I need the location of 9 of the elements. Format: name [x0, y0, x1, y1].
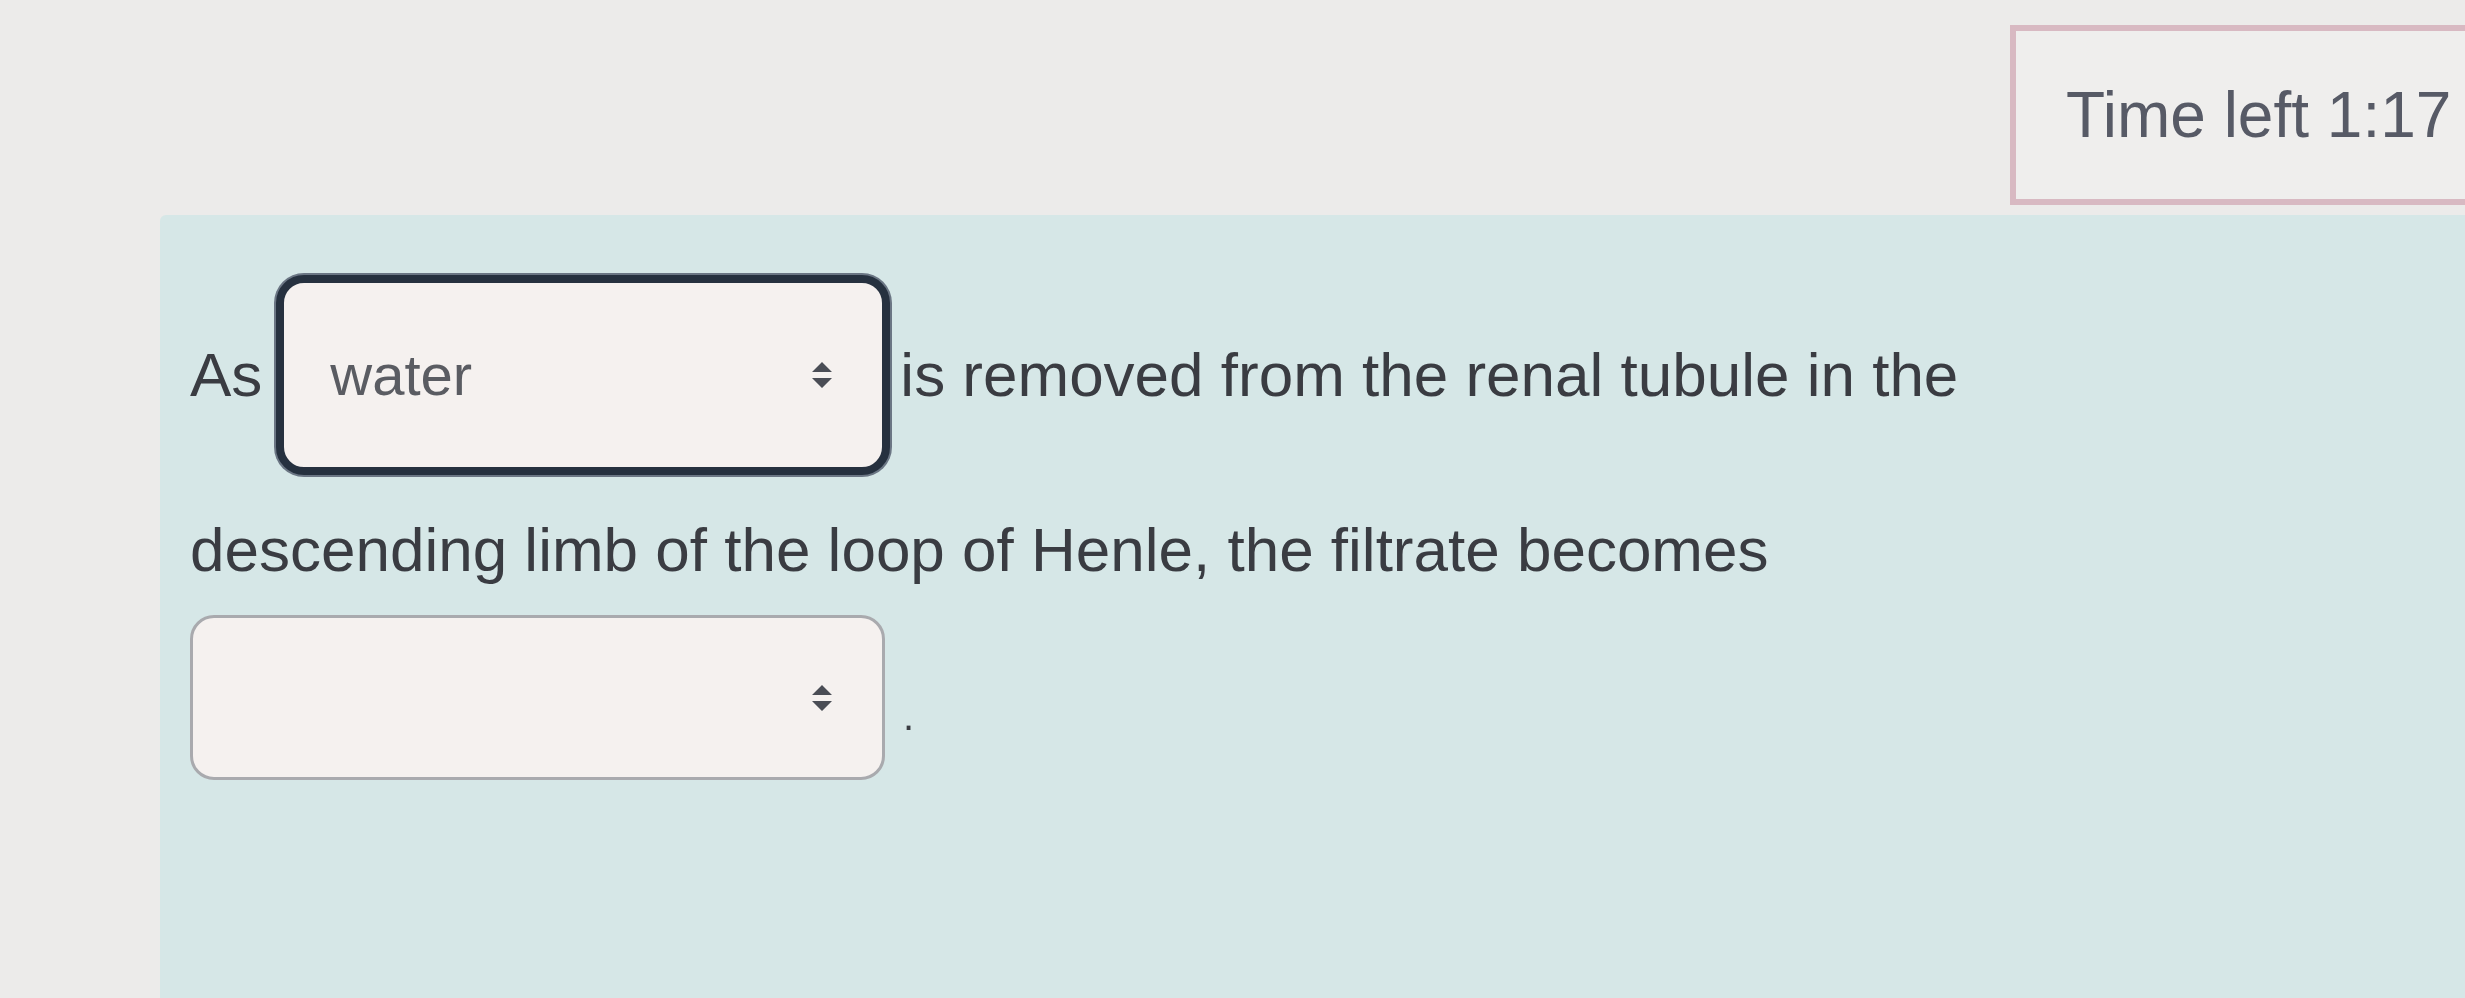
question-text: is removed from the renal tubule in the: [900, 338, 1959, 411]
question-text: As: [190, 338, 263, 411]
timer-box: Time left 1:17: [2010, 25, 2465, 205]
answer-dropdown[interactable]: water: [276, 275, 891, 475]
up-down-arrows-icon: [812, 684, 832, 711]
up-down-arrows-icon: [812, 362, 833, 388]
answer-dropdown[interactable]: [190, 615, 885, 780]
question-text: .: [903, 693, 915, 740]
question-text: descending limb of the loop of Henle, the filtrate becomes: [190, 513, 1769, 586]
